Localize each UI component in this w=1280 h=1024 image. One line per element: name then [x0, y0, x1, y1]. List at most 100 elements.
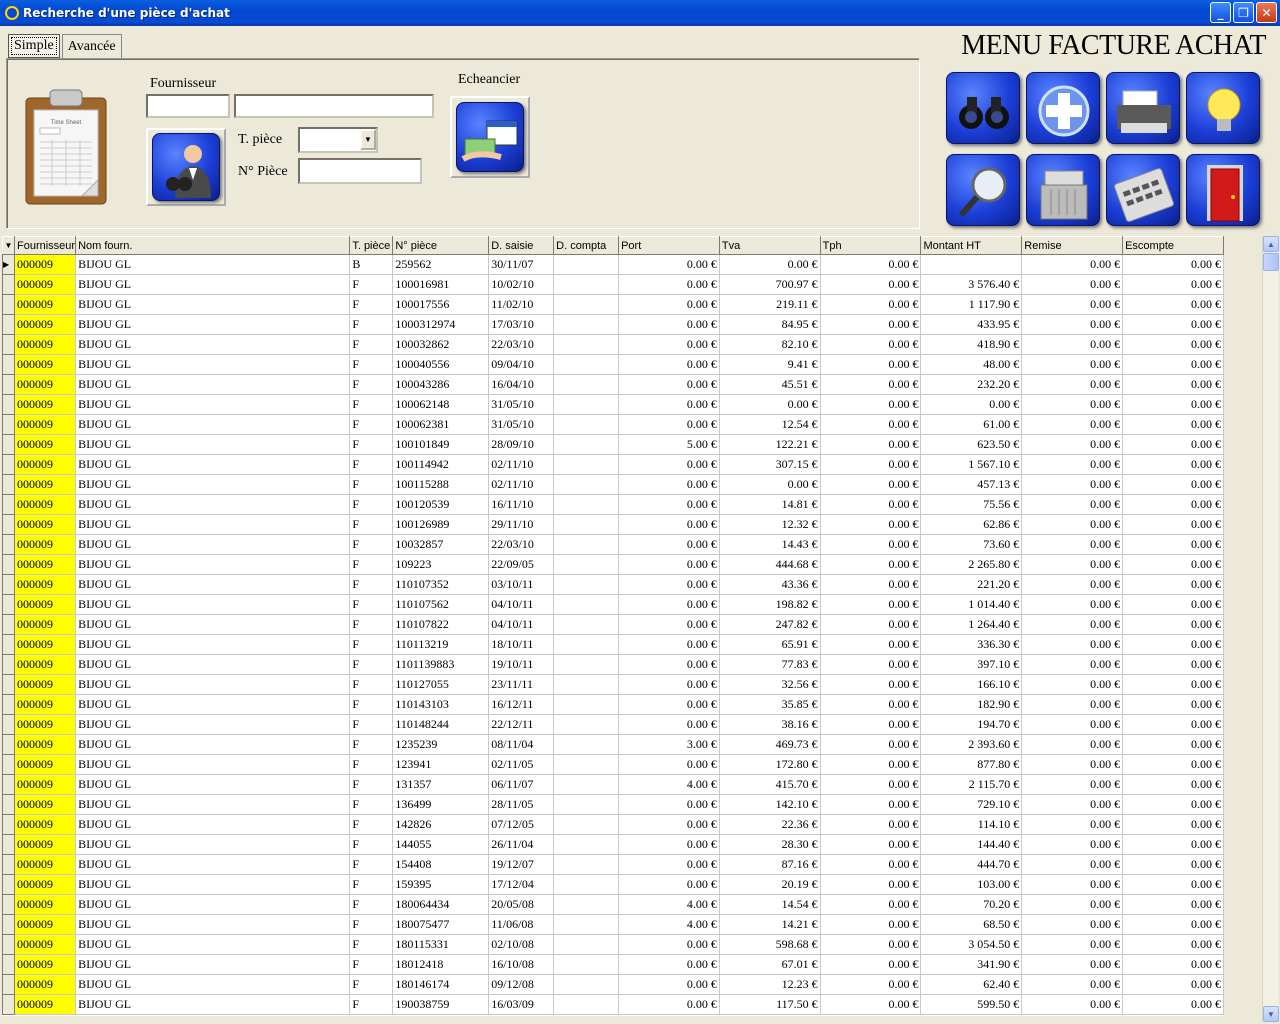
column-header[interactable]: D. compta — [553, 236, 620, 255]
row-selector[interactable] — [2, 934, 15, 955]
table-row[interactable]: 000009 BIJOU GL F 190038759 16/03/09 0.00 €11… — [2, 994, 1224, 1015]
column-header[interactable]: D. saisie — [488, 236, 555, 255]
table-row[interactable]: 000009 BIJOU GL F 144055 26/11/04 0.00 €28.30… — [2, 834, 1224, 855]
table-row[interactable]: 000009 BIJOU GL F 1101139883 19/10/11 0.00 €7… — [2, 654, 1224, 675]
row-selector[interactable] — [2, 474, 15, 495]
row-selector[interactable] — [2, 734, 15, 755]
type-piece-select[interactable]: ▼ — [298, 127, 378, 153]
table-row[interactable]: 000009 BIJOU GL F 109223 22/09/05 0.00 €444.6… — [2, 554, 1224, 575]
row-selector[interactable] — [2, 954, 15, 975]
table-row[interactable]: 000009 BIJOU GL F 142826 07/12/05 0.00 €22.36… — [2, 814, 1224, 835]
row-selector[interactable] — [2, 514, 15, 535]
minimize-button[interactable]: _ — [1210, 2, 1231, 23]
row-selector[interactable] — [2, 814, 15, 835]
table-row[interactable]: 000009 BIJOU GL F 100016981 10/02/10 0.00 €70… — [2, 274, 1224, 295]
table-row[interactable]: 000009 BIJOU GL F 180146174 09/12/08 0.00 €12… — [2, 974, 1224, 995]
add-plus-icon[interactable] — [1026, 72, 1100, 144]
row-selector[interactable] — [2, 294, 15, 315]
row-selector[interactable] — [2, 314, 15, 335]
table-row[interactable]: 000009 BIJOU GL F 123941 02/11/05 0.00 €172.8… — [2, 754, 1224, 775]
table-row[interactable]: 000009 BIJOU GL F 100114942 02/11/10 0.00 €30… — [2, 454, 1224, 475]
row-selector[interactable] — [2, 334, 15, 355]
table-row[interactable]: 000009 BIJOU GL F 110107822 04/10/11 0.00 €24… — [2, 614, 1224, 635]
column-header[interactable]: Tva — [718, 236, 821, 255]
table-row[interactable]: 000009 BIJOU GL F 180075477 11/06/08 4.00 €14… — [2, 914, 1224, 935]
row-selector[interactable] — [2, 374, 15, 395]
table-row[interactable]: 000009 BIJOU GL F 100017556 11/02/10 0.00 €21… — [2, 294, 1224, 315]
row-selector[interactable] — [2, 854, 15, 875]
row-selector[interactable] — [2, 394, 15, 415]
column-header[interactable]: T. pièce — [349, 236, 394, 255]
lightbulb-icon[interactable] — [1186, 72, 1260, 144]
fournisseur-name-input[interactable] — [234, 94, 434, 118]
row-selector[interactable] — [2, 834, 15, 855]
tab-avancee[interactable]: Avancée — [61, 34, 122, 58]
row-selector[interactable] — [2, 994, 15, 1015]
row-selector[interactable] — [2, 974, 15, 995]
column-header[interactable]: Port — [618, 236, 720, 255]
row-selector[interactable] — [2, 434, 15, 455]
table-row[interactable]: 000009 BIJOU GL F 154408 19/12/07 0.00 €87.16… — [2, 854, 1224, 875]
magnifier-icon[interactable] — [946, 154, 1020, 226]
table-row[interactable]: 000009 BIJOU GL F 100062381 31/05/10 0.00 €12… — [2, 414, 1224, 435]
row-selector[interactable] — [2, 714, 15, 735]
row-selector[interactable] — [2, 794, 15, 815]
search-supplier-button[interactable] — [146, 128, 226, 206]
row-selector[interactable] — [2, 694, 15, 715]
row-selector[interactable] — [2, 874, 15, 895]
table-row[interactable]: 000009 BIJOU GL F 1000312974 17/03/10 0.00 €8… — [2, 314, 1224, 335]
vertical-scrollbar[interactable]: ▲ ▼ — [1262, 236, 1279, 1022]
row-selector[interactable] — [2, 574, 15, 595]
current-row-marker-icon[interactable]: ▶ — [2, 254, 15, 275]
table-row[interactable]: 000009 BIJOU GL F 1235239 08/11/04 3.00 €469.… — [2, 734, 1224, 755]
row-selector[interactable] — [2, 454, 15, 475]
row-selector[interactable] — [2, 634, 15, 655]
table-row[interactable]: 000009 BIJOU GL F 100120539 16/11/10 0.00 €14… — [2, 494, 1224, 515]
row-selector[interactable] — [2, 534, 15, 555]
scroll-up-icon[interactable]: ▲ — [1263, 236, 1279, 252]
table-row[interactable]: 000009 BIJOU GL F 110127055 23/11/11 0.00 €32… — [2, 674, 1224, 695]
scroll-thumb[interactable] — [1263, 253, 1279, 271]
table-row[interactable]: 000009 BIJOU GL F 180115331 02/10/08 0.00 €59… — [2, 934, 1224, 955]
tab-simple[interactable]: Simple — [8, 34, 60, 58]
chevron-down-icon[interactable]: ▼ — [360, 129, 376, 150]
row-selector[interactable] — [2, 654, 15, 675]
table-row[interactable]: 000009 BIJOU GL F 100126989 29/11/10 0.00 €12… — [2, 514, 1224, 535]
row-selector[interactable] — [2, 594, 15, 615]
table-row[interactable]: 000009 BIJOU GL F 100062148 31/05/10 0.00 €0.… — [2, 394, 1224, 415]
table-row[interactable]: 000009 BIJOU GL F 100040556 09/04/10 0.00 €9.… — [2, 354, 1224, 375]
row-selector[interactable] — [2, 494, 15, 515]
table-row[interactable]: 000009 BIJOU GL F 110113219 18/10/11 0.00 €65… — [2, 634, 1224, 655]
table-row[interactable]: 000009 BIJOU GL F 136499 28/11/05 0.00 €142.1… — [2, 794, 1224, 815]
close-button[interactable]: ✕ — [1256, 2, 1277, 23]
table-row[interactable]: 000009 BIJOU GL F 18012418 16/10/08 0.00 €67.… — [2, 954, 1224, 975]
maximize-button[interactable]: ❐ — [1233, 2, 1254, 23]
scroll-down-icon[interactable]: ▼ — [1263, 1006, 1279, 1022]
table-row[interactable]: 000009 BIJOU GL F 100032862 22/03/10 0.00 €82… — [2, 334, 1224, 355]
table-row[interactable]: 000009 BIJOU GL F 100115288 02/11/10 0.00 €0.… — [2, 474, 1224, 495]
table-row[interactable]: 000009 BIJOU GL F 100101849 28/09/10 5.00 €12… — [2, 434, 1224, 455]
table-row[interactable]: 000009 BIJOU GL F 110107562 04/10/11 0.00 €19… — [2, 594, 1224, 615]
table-row[interactable]: ▶ 000009 BIJOU GL B 259562 30/11/07 0.00 €0.00… — [2, 254, 1224, 275]
printer-icon[interactable] — [1106, 72, 1180, 144]
table-row[interactable]: 000009 BIJOU GL F 131357 06/11/07 4.00 €415.7… — [2, 774, 1224, 795]
table-row[interactable]: 000009 BIJOU GL F 110143103 16/12/11 0.00 €35… — [2, 694, 1224, 715]
column-header[interactable]: N° pièce — [392, 236, 490, 255]
row-indicator-header[interactable]: ▼ — [2, 236, 15, 255]
row-selector[interactable] — [2, 554, 15, 575]
row-selector[interactable] — [2, 354, 15, 375]
echeancier-button[interactable] — [450, 96, 530, 178]
table-row[interactable]: 000009 BIJOU GL F 110148244 22/12/11 0.00 €38… — [2, 714, 1224, 735]
table-row[interactable]: 000009 BIJOU GL F 100043286 16/04/10 0.00 €45… — [2, 374, 1224, 395]
row-selector[interactable] — [2, 914, 15, 935]
shredder-icon[interactable] — [1026, 154, 1100, 226]
column-header[interactable]: Remise — [1021, 236, 1124, 255]
column-header[interactable]: Tph — [819, 236, 922, 255]
row-selector[interactable] — [2, 274, 15, 295]
row-selector[interactable] — [2, 674, 15, 695]
table-row[interactable]: 000009 BIJOU GL F 159395 17/12/04 0.00 €20.19… — [2, 874, 1224, 895]
binoculars-icon[interactable] — [946, 72, 1020, 144]
column-header[interactable]: Escompte — [1122, 236, 1224, 255]
row-selector[interactable] — [2, 614, 15, 635]
table-row[interactable]: 000009 BIJOU GL F 10032857 22/03/10 0.00 €14.… — [2, 534, 1224, 555]
